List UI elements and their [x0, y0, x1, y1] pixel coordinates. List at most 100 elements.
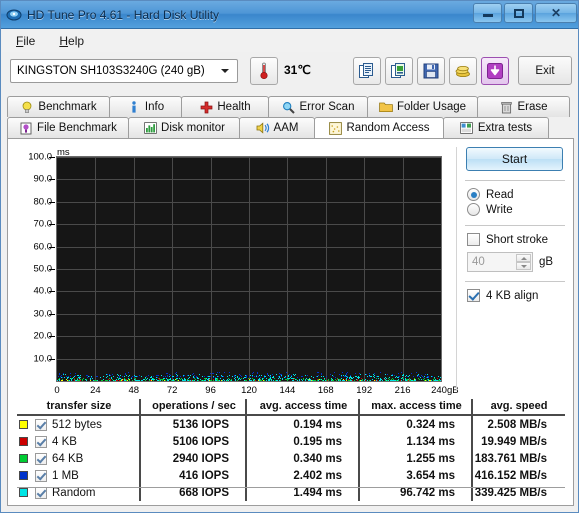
- x-axis-tick-label: 96: [205, 385, 216, 396]
- chart-data-point: [346, 373, 348, 374]
- copy-image-button[interactable]: [385, 57, 413, 85]
- radio-read[interactable]: Read: [467, 188, 567, 201]
- checkbox-short-stroke[interactable]: Short stroke: [467, 233, 567, 246]
- series-checkbox[interactable]: [35, 418, 47, 431]
- chart-data-point: [356, 378, 357, 380]
- table-column-header: avg. access time: [247, 398, 360, 417]
- hdtune-icon: [6, 9, 22, 20]
- chart-data-point: [144, 378, 146, 380]
- chart-data-point: [119, 380, 121, 381]
- chart-data-point: [209, 377, 211, 379]
- chart-data-point: [266, 378, 268, 380]
- table-cell-transfer-size: 512 bytes: [17, 416, 141, 433]
- chart-data-point: [135, 376, 137, 378]
- chart-data-point: [305, 375, 307, 377]
- chart-data-point: [99, 377, 101, 379]
- download-button[interactable]: [481, 57, 509, 85]
- tab-extra-tests[interactable]: Extra tests: [443, 117, 549, 138]
- test-controls: Start Read Write Short stroke 40 gB 4 KB…: [463, 147, 567, 304]
- save-button[interactable]: [417, 57, 445, 85]
- chart-data-point: [278, 377, 280, 379]
- chart-data-point: [176, 378, 177, 380]
- chart-data-point: [267, 378, 269, 380]
- chart-data-point: [61, 379, 63, 381]
- checkbox-4kb-align[interactable]: 4 KB align: [467, 289, 567, 302]
- chart-data-point: [109, 379, 111, 381]
- chart-data-point: [332, 376, 334, 378]
- y-axis-tick: [49, 201, 55, 203]
- chart-data-point: [427, 376, 429, 378]
- chart-data-point: [387, 379, 389, 381]
- tab-info[interactable]: Info: [109, 96, 182, 117]
- chart-data-point: [252, 376, 254, 378]
- chart-data-point: [342, 375, 344, 376]
- chart-data-point: [381, 379, 383, 381]
- tab-benchmark[interactable]: Benchmark: [7, 96, 110, 117]
- donate-button[interactable]: [449, 57, 477, 85]
- tab-error-scan[interactable]: Error Scan: [268, 96, 368, 117]
- chart-data-point: [152, 376, 154, 378]
- tab-erase[interactable]: Erase: [477, 96, 570, 117]
- chart-data-point: [278, 372, 280, 374]
- tab-file-benchmark[interactable]: File Benchmark: [7, 117, 129, 138]
- tab-health[interactable]: Health: [181, 96, 269, 117]
- chart-data-point: [136, 375, 137, 377]
- chart-data-point: [291, 376, 292, 378]
- chart-data-point: [210, 372, 212, 374]
- chart-data-point: [316, 375, 318, 377]
- table-row[interactable]: 512 bytes 5136 IOPS 0.194 ms 0.324 ms 2.508 …: [17, 416, 565, 433]
- series-color-swatch: [19, 471, 28, 480]
- table-row[interactable]: 4 KB 5106 IOPS 0.195 ms 1.134 ms 19.949 MB/s: [17, 433, 565, 450]
- table-cell-avg-speed: 2.508 MB/s: [487, 418, 547, 431]
- chart-data-point: [79, 379, 81, 381]
- tab-benchmark-label: Benchmark: [38, 101, 97, 113]
- exit-button[interactable]: Exit: [518, 56, 572, 85]
- short-stroke-size-input[interactable]: 40: [467, 252, 533, 272]
- series-checkbox[interactable]: [35, 469, 47, 482]
- tab-aam-label: AAM: [273, 122, 299, 134]
- chart-data-point: [321, 374, 322, 375]
- start-button[interactable]: Start: [466, 147, 563, 171]
- chart-data-point: [346, 376, 347, 377]
- chart-data-point: [384, 377, 386, 378]
- chart-data-point: [102, 378, 104, 380]
- menu-help[interactable]: Help: [49, 32, 94, 50]
- spinner-up-button[interactable]: [516, 254, 531, 262]
- maximize-button[interactable]: [504, 3, 533, 23]
- chart-data-point: [111, 378, 113, 380]
- tab-random-access-label: Random Access: [346, 122, 430, 134]
- radio-read-label: Read: [486, 188, 514, 201]
- tab-random-access[interactable]: Random Access: [314, 117, 444, 138]
- tab-aam[interactable]: AAM: [239, 117, 315, 138]
- chart-data-point: [106, 375, 108, 377]
- close-button[interactable]: ✕: [535, 3, 577, 23]
- chart-data-point: [204, 379, 206, 381]
- chart-data-point: [305, 378, 307, 380]
- chart-data-point: [239, 378, 241, 380]
- chart-data-point: [222, 379, 224, 381]
- drive-select[interactable]: KINGSTON SH103S3240G (240 gB): [10, 59, 238, 83]
- menu-file[interactable]: File: [6, 32, 45, 50]
- table-row[interactable]: 1 MB 416 IOPS 2.402 ms 3.654 ms 416.152 MB/s: [17, 467, 565, 484]
- chart-data-point: [403, 379, 404, 380]
- series-checkbox[interactable]: [35, 435, 47, 448]
- temperature-button[interactable]: [250, 57, 278, 85]
- spinner-down-button[interactable]: [516, 262, 531, 270]
- chart-data-point: [183, 375, 185, 377]
- chart-data-point: [120, 378, 122, 380]
- chart-data-point: [323, 376, 325, 378]
- radio-write[interactable]: Write: [467, 203, 567, 216]
- tab-disk-monitor[interactable]: Disk monitor: [128, 117, 240, 138]
- series-checkbox[interactable]: [35, 486, 47, 499]
- chart-data-point: [284, 376, 286, 378]
- chart-data-point: [423, 380, 425, 381]
- table-row[interactable]: 64 KB 2940 IOPS 0.340 ms 1.255 ms 183.761 MB…: [17, 450, 565, 467]
- chart-data-point: [332, 378, 334, 380]
- copy-text-button[interactable]: [353, 57, 381, 85]
- chart-data-point: [402, 376, 404, 378]
- minimize-button[interactable]: [473, 3, 502, 23]
- x-axis-tick-label: 24: [90, 385, 101, 396]
- tab-folder-usage[interactable]: Folder Usage: [367, 96, 478, 117]
- chart-data-point: [169, 373, 171, 375]
- series-checkbox[interactable]: [35, 452, 47, 465]
